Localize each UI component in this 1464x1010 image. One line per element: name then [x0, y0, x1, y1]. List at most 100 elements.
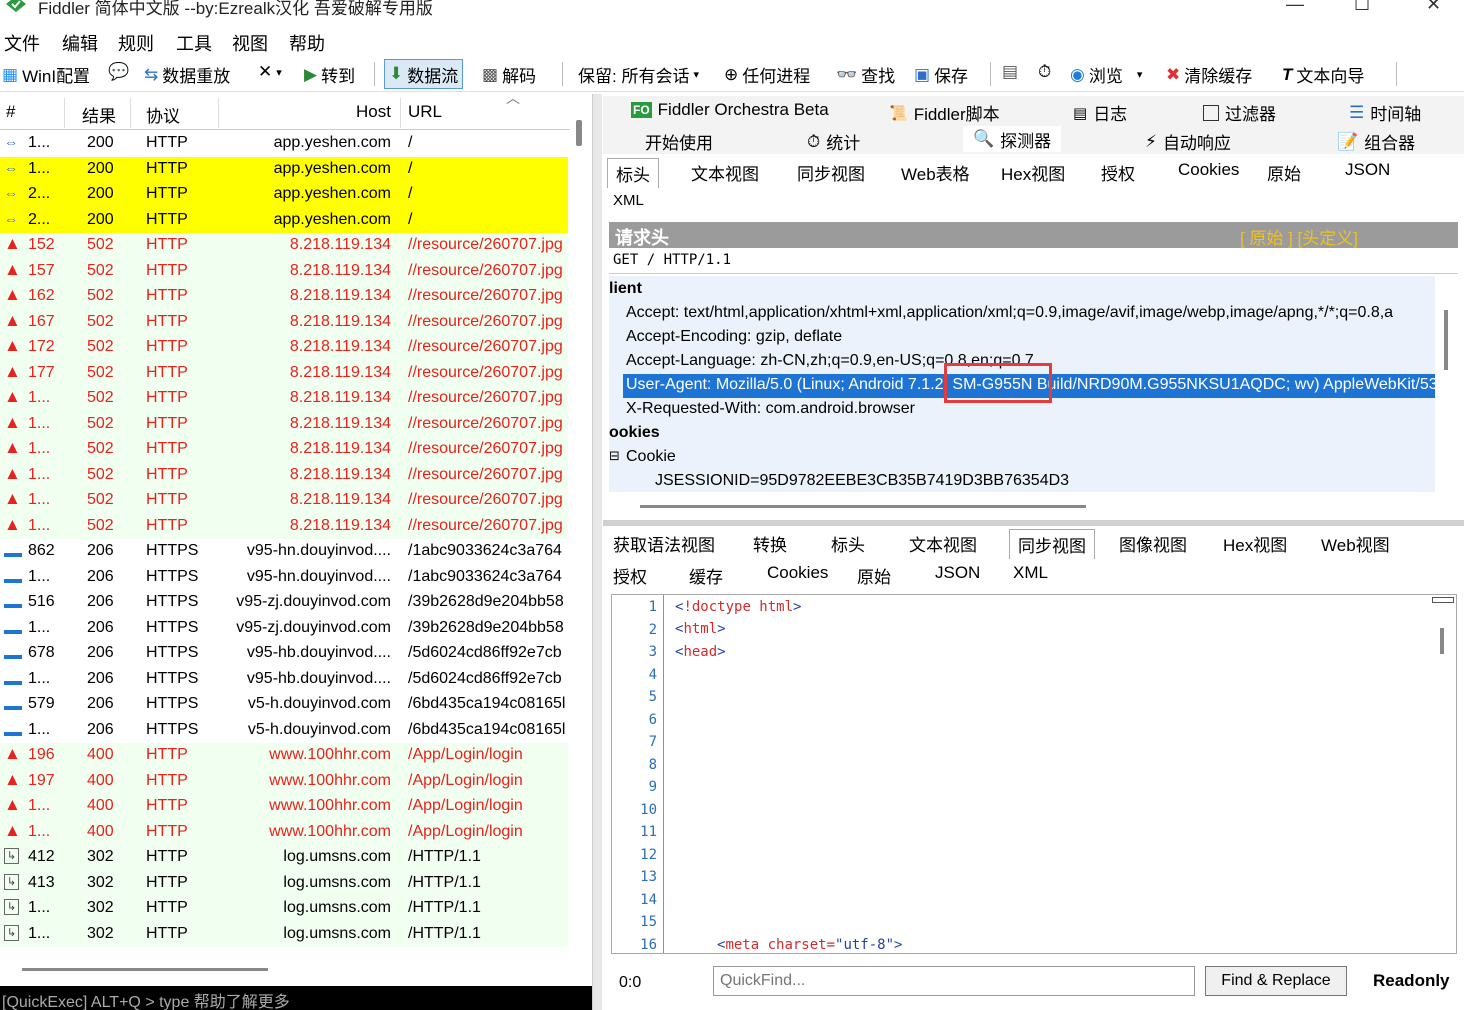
- col-header-protocol[interactable]: 协议: [146, 102, 180, 127]
- resp-tab-textview[interactable]: 文本视图: [909, 531, 977, 556]
- resp-tab-transformer[interactable]: 转换: [753, 531, 787, 556]
- table-row[interactable]: ⇔ 1... 200 HTTP app.yeshen.com /: [0, 131, 568, 157]
- text-wizard-button[interactable]: T 文本向导: [1282, 62, 1364, 87]
- table-row[interactable]: 1... 206 HTTPS v95-hn.douyinvod.... /1abc903…: [0, 564, 568, 590]
- tab-inspectors[interactable]: 🔍 探测器: [963, 126, 1062, 152]
- req-tab-webforms[interactable]: Web表格: [901, 160, 970, 185]
- resp-tab-webview[interactable]: Web视图: [1321, 531, 1390, 556]
- table-row[interactable]: ▲ 177 502 HTTP 8.218.119.134 //resource/26070…: [0, 360, 568, 386]
- session-hscroll-thumb[interactable]: [22, 968, 268, 971]
- tab-composer[interactable]: 📝 组合器: [1337, 129, 1415, 154]
- collapse-icon[interactable]: ⊟: [609, 448, 620, 464]
- decode-button[interactable]: ▩ 解码: [482, 62, 536, 87]
- table-row[interactable]: ↳ 1... 302 HTTP log.umsns.com/HTTP/1.1: [0, 896, 568, 922]
- table-row[interactable]: ▲ 1... 502 HTTP 8.218.119.134 //resource/2607…: [0, 411, 568, 437]
- tab-orchestra[interactable]: FO Fiddler Orchestra Beta: [631, 100, 829, 120]
- replay-button[interactable]: ⇆ 数据重放: [144, 62, 230, 87]
- menu-view[interactable]: 视图: [232, 30, 268, 56]
- close-icon[interactable]: ✕: [1426, 0, 1441, 15]
- menu-edit[interactable]: 编辑: [62, 30, 98, 56]
- tab-get-started[interactable]: 开始使用: [645, 129, 713, 154]
- req-tab-raw[interactable]: 原始: [1267, 160, 1301, 185]
- tab-autoresponder[interactable]: ⚡ 自动响应: [1145, 129, 1231, 154]
- raw-header-links[interactable]: [ 原始 ] [头定义]: [1240, 224, 1358, 249]
- header-x-requested-with[interactable]: X-Requested-With: com.android.browser: [626, 400, 915, 418]
- maximize-icon[interactable]: ☐: [1354, 0, 1370, 15]
- table-row[interactable]: ▲ 152 502 HTTP 8.218.119.134 //resource/26070…: [0, 233, 568, 259]
- req-tab-textview[interactable]: 文本视图: [691, 160, 759, 185]
- table-row[interactable]: ▲ 167 502 HTTP 8.218.119.134 //resource/26070…: [0, 309, 568, 335]
- table-row[interactable]: ▲ 197 400 HTTP www.100hhr.com/App/Login/logi…: [0, 768, 568, 794]
- resp-tab-raw[interactable]: 原始: [857, 563, 891, 588]
- timer-button[interactable]: ⏱: [1038, 62, 1051, 82]
- menu-file[interactable]: 文件: [4, 30, 40, 56]
- resp-tab-auth[interactable]: 授权: [613, 563, 647, 588]
- session-vscroll-thumb[interactable]: [576, 120, 582, 146]
- menu-rules[interactable]: 规则: [118, 30, 154, 56]
- req-tab-xml[interactable]: XML: [613, 192, 644, 209]
- horizontal-splitter[interactable]: [603, 520, 1464, 526]
- table-row[interactable]: ⇔ 2... 200 HTTP app.yeshen.com /: [0, 182, 568, 208]
- quickexec-bar[interactable]: [QuickExec] ALT+Q > type 帮助了解更多: [0, 986, 592, 1010]
- minimize-icon[interactable]: —: [1286, 0, 1304, 15]
- resp-tab-imageview[interactable]: 图像视图: [1119, 531, 1187, 556]
- table-row[interactable]: 1... 206 HTTPS v95-zj.douyinvod.com/39b2628…: [0, 615, 568, 641]
- find-button[interactable]: 👓 查找: [836, 62, 895, 87]
- group-cookies[interactable]: ookies: [609, 424, 660, 442]
- table-row[interactable]: 516 206 HTTPS v95-zj.douyinvod.com/39b2628d…: [0, 590, 568, 616]
- table-row[interactable]: ↳ 412 302 HTTP log.umsns.com/HTTP/1.1: [0, 845, 568, 871]
- save-button[interactable]: ▣ 保存: [914, 62, 968, 87]
- stream-button[interactable]: ⬇ 数据流: [384, 59, 464, 89]
- goto-button[interactable]: ▶ 转到: [304, 62, 355, 87]
- code-vscroll-thumb[interactable]: [1440, 628, 1444, 654]
- resp-tab-syntaxview[interactable]: 获取语法视图: [613, 531, 715, 556]
- headers-vscroll-thumb[interactable]: [1444, 310, 1448, 370]
- resp-tab-hexview[interactable]: Hex视图: [1223, 531, 1287, 556]
- req-tab-headers[interactable]: 标头: [607, 158, 659, 188]
- resp-tab-caching[interactable]: 缓存: [689, 563, 723, 588]
- find-replace-button[interactable]: Find & Replace: [1205, 966, 1347, 996]
- resp-tab-cookies[interactable]: Cookies: [767, 563, 828, 583]
- tab-statistics[interactable]: ⏱ 统计: [807, 129, 860, 154]
- table-row[interactable]: ⇔ 1... 200 HTTP app.yeshen.com /: [0, 156, 568, 182]
- tab-filters[interactable]: 过滤器: [1203, 100, 1276, 125]
- response-code-view[interactable]: 1 2 3 4 5 6 7 8 9 10 11 12 13 14 15 16 <!doctype html> …: [611, 594, 1457, 954]
- browse-button[interactable]: ◉ 浏览 ▾: [1070, 62, 1142, 87]
- col-header-result[interactable]: 结果: [82, 102, 116, 127]
- keep-sessions-dropdown[interactable]: 保留: 所有会话 ▾: [578, 62, 699, 87]
- req-tab-hexview[interactable]: Hex视图: [1001, 160, 1065, 185]
- col-header-host[interactable]: Host: [356, 102, 391, 122]
- table-row[interactable]: 579 206 HTTPS v5-h.douyinvod.com/6bd435ca19…: [0, 692, 568, 718]
- header-accept[interactable]: Accept: text/html,application/xhtml+xml,…: [626, 304, 1393, 322]
- header-accept-encoding[interactable]: Accept-Encoding: gzip, deflate: [626, 328, 842, 346]
- tab-timeline[interactable]: ☰ 时间轴: [1349, 100, 1421, 125]
- col-header-num[interactable]: #: [6, 102, 15, 122]
- req-tab-cookies[interactable]: Cookies: [1178, 160, 1239, 180]
- tab-fiddlerscript[interactable]: 📜 Fiddler脚本: [889, 100, 1000, 125]
- header-cookie[interactable]: Cookie: [626, 448, 676, 466]
- table-row[interactable]: ▲ 1... 502 HTTP 8.218.119.134 //resource/2607…: [0, 513, 568, 539]
- table-row[interactable]: ▲ 1... 502 HTTP 8.218.119.134 //resource/2607…: [0, 488, 568, 514]
- table-row[interactable]: 678 206 HTTPS v95-hb.douyinvod.... /5d6024cd…: [0, 641, 568, 667]
- table-row[interactable]: 1... 206 HTTPS v5-h.douyinvod.com/6bd435ca1…: [0, 717, 568, 743]
- comment-button[interactable]: 💬: [108, 62, 129, 82]
- any-process-button[interactable]: ⊕ 任何进程: [724, 62, 810, 87]
- resp-tab-json[interactable]: JSON: [935, 563, 980, 583]
- tab-log[interactable]: ▤ 日志: [1073, 100, 1127, 125]
- table-row[interactable]: ↳ 413 302 HTTP log.umsns.com/HTTP/1.1: [0, 870, 568, 896]
- screenshot-button[interactable]: ▤: [1002, 62, 1018, 82]
- cookie-jsessionid[interactable]: JSESSIONID=95D9782EEBE3CB35B7419D3BB7635…: [655, 472, 1069, 490]
- table-row[interactable]: ▲ 196 400 HTTP www.100hhr.com/App/Login/logi…: [0, 743, 568, 769]
- headers-hscroll-thumb[interactable]: [640, 505, 1086, 508]
- table-row[interactable]: ▲ 1... 502 HTTP 8.218.119.134 //resource/2607…: [0, 437, 568, 463]
- table-row[interactable]: ▲ 162 502 HTTP 8.218.119.134 //resource/26070…: [0, 284, 568, 310]
- clear-cache-button[interactable]: ✖ 清除缓存: [1166, 62, 1252, 87]
- table-row[interactable]: ▲ 157 502 HTTP 8.218.119.134 //resource/26070…: [0, 258, 568, 284]
- req-tab-json[interactable]: JSON: [1345, 160, 1390, 180]
- menu-tools[interactable]: 工具: [176, 30, 212, 56]
- table-row[interactable]: 862 206 HTTPS v95-hn.douyinvod.... /1abc9033…: [0, 539, 568, 565]
- quickfind-input[interactable]: [713, 966, 1195, 996]
- table-row[interactable]: ▲ 1... 502 HTTP 8.218.119.134 //resource/2607…: [0, 386, 568, 412]
- table-row[interactable]: 1... 206 HTTPS v95-hb.douyinvod.... /5d6024c…: [0, 666, 568, 692]
- code-scroll-top[interactable]: [1432, 597, 1454, 603]
